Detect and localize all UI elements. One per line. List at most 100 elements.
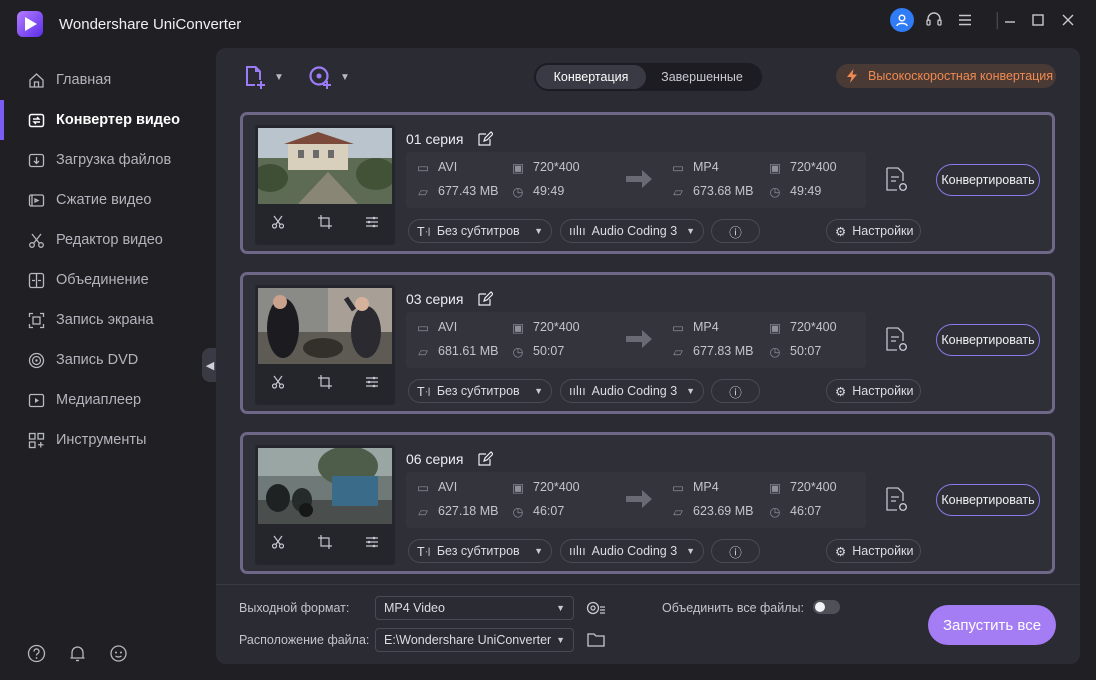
folder-icon: ▱ (673, 344, 683, 359)
output-format-settings-icon[interactable] (884, 166, 910, 194)
subtitle-dropdown[interactable]: T꜊ Без субтитров ▼ (408, 539, 552, 563)
app-title: Wondershare UniConverter (59, 16, 242, 33)
folder-icon: ▱ (418, 184, 428, 199)
close-icon[interactable] (1056, 8, 1080, 32)
file-card[interactable]: 01 серия ▭ AVI ▣ 720*400 ▱ 677.43 MB ◷ 49:49… (240, 112, 1055, 254)
add-files-button[interactable]: ▼ (242, 62, 284, 92)
audio-wave-icon: ıılıı (569, 224, 586, 238)
tab-finished[interactable]: Завершенные (646, 65, 758, 89)
file-name: 06 серия (406, 451, 464, 467)
source-resolution: 720*400 (533, 320, 580, 334)
sidebar-item-player[interactable]: Медиаплеер (0, 380, 200, 420)
audio-track-dropdown[interactable]: ıılıı Audio Coding 3 ▼ (560, 379, 704, 403)
maximize-icon[interactable] (1026, 8, 1050, 32)
bell-icon[interactable] (67, 643, 87, 663)
compress-icon (27, 191, 45, 209)
sidebar-footer (26, 643, 128, 663)
user-account-button[interactable] (890, 8, 914, 32)
file-card[interactable]: 03 серия ▭ AVI ▣ 720*400 ▱ 681.61 MB ◷ 50:07… (240, 272, 1055, 414)
edit-icon[interactable] (477, 451, 494, 467)
file-location-value: E:\Wondershare UniConverter (384, 633, 552, 647)
support-headset-icon[interactable] (922, 8, 946, 32)
video-thumbnail[interactable] (258, 128, 392, 204)
source-resolution: 720*400 (533, 160, 580, 174)
output-resolution: 720*400 (790, 480, 837, 494)
sidebar-item-dvd-burner[interactable]: Запись DVD (0, 340, 200, 380)
settings-button[interactable]: ⚙ Настройки (826, 539, 921, 563)
video-thumbnail[interactable] (258, 448, 392, 524)
folder-icon: ▱ (673, 504, 683, 519)
chevron-down-icon: ▼ (534, 386, 543, 396)
output-format-select[interactable]: MP4 Video ▼ (375, 596, 574, 620)
effects-list-icon[interactable] (363, 373, 381, 391)
output-format-settings-icon[interactable] (884, 326, 910, 354)
thumbnail-toolbar (255, 533, 395, 551)
arrow-right-icon (626, 490, 652, 508)
sidebar-item-editor[interactable]: Редактор видео (0, 220, 200, 260)
file-location-select[interactable]: E:\Wondershare UniConverter ▼ (375, 628, 574, 652)
effects-list-icon[interactable] (363, 533, 381, 551)
edit-icon[interactable] (477, 131, 494, 147)
sidebar-item-home[interactable]: Главная (0, 60, 200, 100)
settings-button[interactable]: ⚙ Настройки (826, 219, 921, 243)
sidebar-item-screen-recorder[interactable]: Запись экрана (0, 300, 200, 340)
video-format-icon: ▭ (672, 320, 684, 335)
trim-scissors-icon[interactable] (269, 373, 287, 391)
audio-track-dropdown[interactable]: ıılıı Audio Coding 3 ▼ (560, 539, 704, 563)
subtitle-dropdown[interactable]: T꜊ Без субтитров ▼ (408, 219, 552, 243)
settings-button[interactable]: ⚙ Настройки (826, 379, 921, 403)
source-size: 627.18 MB (438, 504, 499, 518)
file-card[interactable]: 06 серия ▭ AVI ▣ 720*400 ▱ 627.18 MB ◷ 46:07… (240, 432, 1055, 574)
menu-icon[interactable] (953, 8, 977, 32)
video-format-icon: ▭ (672, 480, 684, 495)
effects-list-icon[interactable] (363, 213, 381, 231)
convert-button[interactable]: Конвертировать (936, 484, 1040, 516)
info-icon: ⓘ (729, 545, 742, 560)
source-duration: 46:07 (533, 504, 565, 518)
thumbnail-panel (255, 445, 395, 565)
merge-label: Объединить все файлы: (662, 601, 804, 615)
help-icon[interactable] (26, 643, 46, 663)
chevron-down-icon: ▼ (556, 635, 565, 645)
screen-record-icon (27, 311, 45, 329)
convert-button[interactable]: Конвертировать (936, 324, 1040, 356)
convert-button[interactable]: Конвертировать (936, 164, 1040, 196)
merge-toggle[interactable] (813, 600, 840, 614)
high-speed-conversion-button[interactable]: Высокоскоростная конвертация (836, 64, 1056, 88)
sidebar-item-label: Конвертер видео (56, 112, 180, 128)
info-button[interactable]: ⓘ (711, 219, 760, 243)
file-info-panel: ▭ AVI ▣ 720*400 ▱ 677.43 MB ◷ 49:49 ▭ MP4 ▣ 72… (406, 152, 866, 208)
gear-icon: ⚙ (835, 384, 847, 399)
sidebar-item-video-converter[interactable]: Конвертер видео (0, 100, 200, 140)
sidebar-item-compressor[interactable]: Сжатие видео (0, 180, 200, 220)
edit-icon[interactable] (477, 291, 494, 307)
output-format-settings-icon[interactable] (884, 486, 910, 514)
trim-scissors-icon[interactable] (269, 213, 287, 231)
info-button[interactable]: ⓘ (711, 379, 760, 403)
sidebar-item-merger[interactable]: Объединение (0, 260, 200, 300)
video-thumbnail[interactable] (258, 288, 392, 364)
trim-scissors-icon[interactable] (269, 533, 287, 551)
tab-converting[interactable]: Конвертация (536, 65, 646, 89)
file-title-row: 03 серия (406, 291, 494, 307)
source-format: AVI (438, 160, 458, 174)
folder-open-icon[interactable] (586, 630, 606, 650)
sidebar-item-toolbox[interactable]: Инструменты (0, 420, 200, 460)
sidebar-item-label: Запись экрана (56, 312, 154, 328)
lightning-icon (847, 69, 857, 83)
subtitle-value: Без субтитров (436, 544, 520, 558)
crop-icon[interactable] (316, 213, 334, 231)
audio-track-dropdown[interactable]: ıılıı Audio Coding 3 ▼ (560, 219, 704, 243)
source-duration: 49:49 (533, 184, 565, 198)
subtitle-dropdown[interactable]: T꜊ Без субтитров ▼ (408, 379, 552, 403)
format-settings-icon[interactable] (586, 598, 606, 618)
add-dvd-button[interactable]: ▼ (308, 62, 350, 92)
sidebar-item-downloader[interactable]: Загрузка файлов (0, 140, 200, 180)
minimize-icon[interactable] (998, 8, 1022, 32)
start-all-button[interactable]: Запустить все (928, 605, 1056, 645)
info-button[interactable]: ⓘ (711, 539, 760, 563)
crop-icon[interactable] (316, 373, 334, 391)
download-icon (27, 151, 45, 169)
crop-icon[interactable] (316, 533, 334, 551)
feedback-icon[interactable] (108, 643, 128, 663)
